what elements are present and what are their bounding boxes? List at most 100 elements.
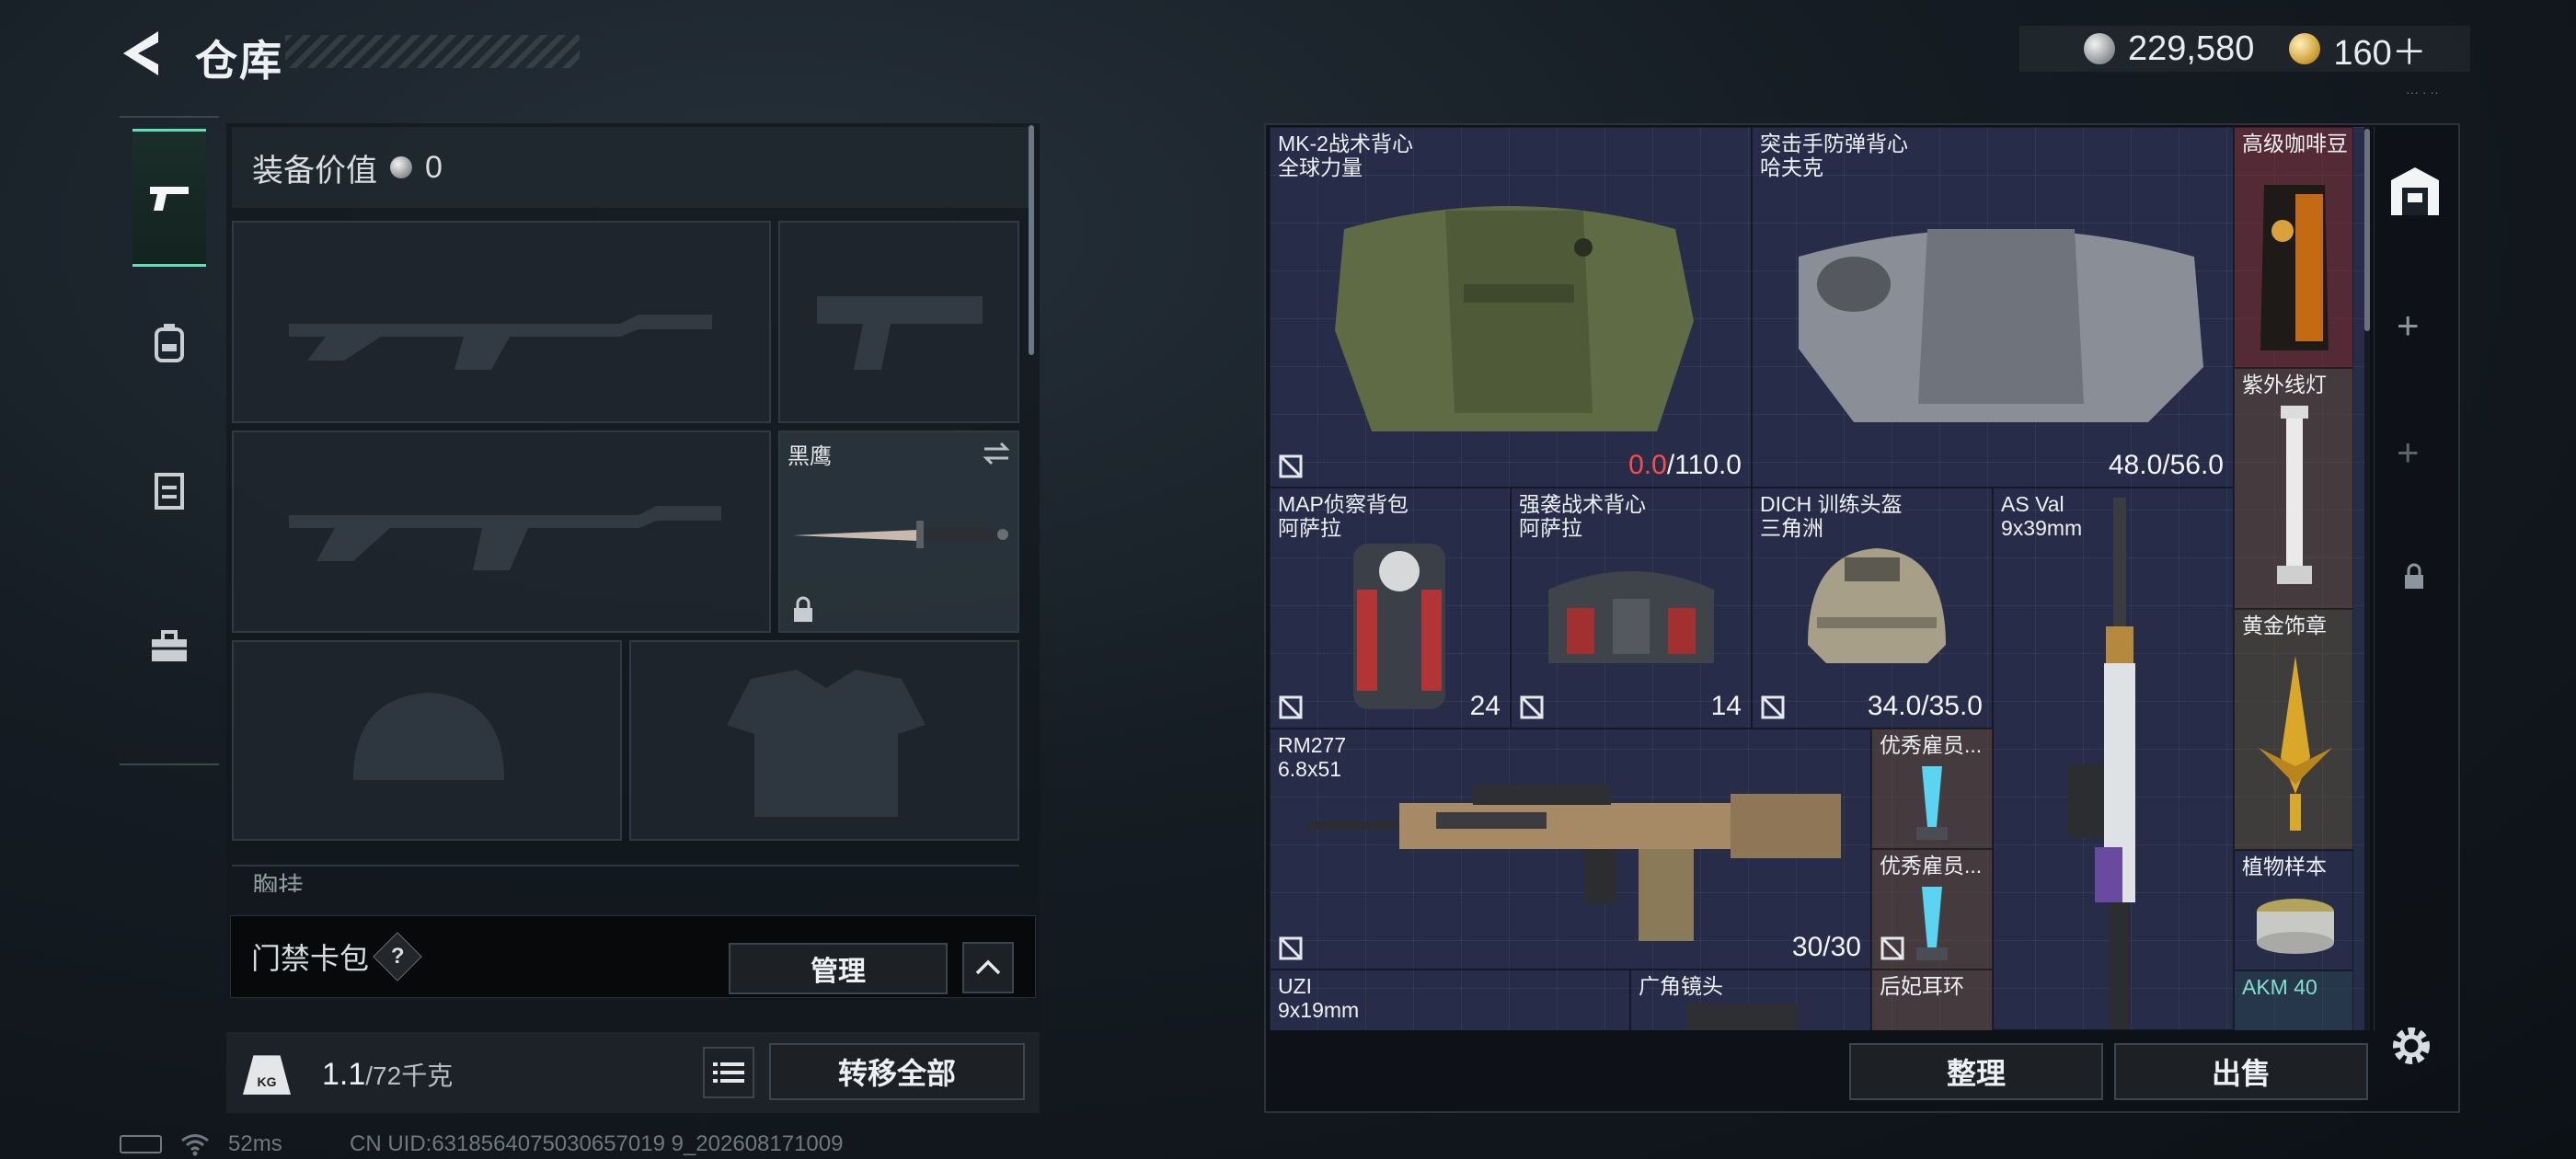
equip-value-label: 装备价值 [252, 153, 377, 189]
add-storage-icon[interactable]: + [2397, 304, 2420, 348]
item-cell[interactable]: 广角镜头 [1630, 970, 1871, 1030]
durability: 0.0/110.0 [1628, 450, 1742, 481]
item-maker: 9x19mm [1278, 998, 1360, 1022]
item-cell[interactable]: RM277 6.8x51 30/30 [1270, 729, 1871, 970]
item-cell[interactable]: 后妃耳环 [1871, 970, 1993, 1030]
item-name: 高级咖啡豆 [2242, 132, 2348, 155]
chest-rig-section: 胸挂 [232, 865, 1019, 892]
sell-button[interactable]: 出售 [2114, 1043, 2368, 1100]
gold-coin-icon [2289, 33, 2321, 64]
gold-badge-image [2259, 656, 2332, 831]
helmet-image [1808, 548, 1946, 663]
tab-weapons[interactable] [132, 129, 206, 267]
secondary-weapon-slot[interactable] [232, 430, 771, 633]
collapse-button[interactable] [962, 942, 1014, 993]
plant-sample-image [2257, 899, 2334, 954]
item-cell[interactable]: 植物样本 [2234, 850, 2353, 970]
item-cell[interactable]: UZI 9x19mm [1270, 970, 1630, 1030]
melee-slot[interactable]: 黑鹰 [778, 430, 1019, 633]
item-cell[interactable]: MAP侦察背包 阿萨拉 24 [1270, 488, 1511, 729]
carry-weight: 1.1/72千克 [322, 1056, 453, 1093]
helmet-silhouette-icon [353, 693, 504, 780]
gear-icon[interactable] [2388, 1023, 2434, 1069]
transfer-all-button[interactable]: 转移全部 [769, 1043, 1025, 1100]
item-name: AKM 40 [2242, 975, 2317, 999]
item-name: UZI [1278, 974, 1313, 998]
coffee-bag-image [2260, 185, 2329, 350]
manage-button[interactable]: 管理 [729, 943, 948, 994]
briefcase-icon [152, 630, 187, 661]
armor-slot[interactable] [629, 640, 1019, 841]
item-cell[interactable]: DICH 训练头盔 三角洲 34.0/35.0 [1752, 488, 1993, 729]
item-name: MAP侦察背包 [1278, 492, 1409, 516]
back-arrow-icon[interactable] [120, 28, 166, 79]
no-insure-icon [1279, 454, 1303, 478]
grid-scrollbar[interactable] [2364, 129, 2370, 331]
tactical-vest-image [1335, 206, 1694, 431]
item-cell[interactable]: 强袭战术背心 阿萨拉 14 [1511, 488, 1752, 729]
melee-name: 黑鹰 [788, 444, 832, 469]
item-cell[interactable]: 突击手防弹背心 哈夫克 48.0/56.0 [1752, 127, 2234, 488]
item-maker: 哈夫克 [1760, 155, 1823, 179]
no-insure-icon [1761, 695, 1785, 719]
list-view-button[interactable] [703, 1047, 754, 1098]
sort-button[interactable]: 整理 [1849, 1043, 2103, 1100]
tab-backpack[interactable] [132, 274, 206, 412]
chest-rig-image [1548, 571, 1714, 663]
backpack-icon [155, 324, 184, 362]
item-name: RM277 [1278, 733, 1347, 757]
item-cell[interactable]: AS Val 9x39mm [1993, 488, 2234, 1030]
version-marks: ··· · ·· [2406, 85, 2439, 99]
rm277-rifle-image [1307, 785, 1841, 941]
item-cell[interactable]: 优秀雇员... [1871, 849, 1993, 970]
knife-icon [793, 521, 1008, 548]
item-name: 突击手防弹背心 [1760, 132, 1908, 155]
title-decoration [285, 35, 580, 68]
help-icon[interactable]: ? [373, 932, 422, 981]
vest-icon [155, 473, 184, 510]
ping: 52ms [228, 1131, 282, 1156]
item-cell[interactable]: 优秀雇员... [1871, 729, 1993, 849]
currency-bar: 229,580 160＋ [2019, 24, 2470, 75]
tab-case[interactable] [132, 578, 206, 716]
gold-amount[interactable]: 160＋ [2333, 24, 2426, 75]
user-uid: CN UID:6318564075030657019 9_20260817100… [350, 1131, 844, 1156]
no-insure-icon [1279, 936, 1303, 960]
storage-grid: MK-2战术背心 全球力量 0.0/110.0 突击手防弹背心 哈夫克 48.0/5… [1270, 127, 2364, 1030]
rifle-silhouette-icon [289, 315, 712, 370]
pistol-silhouette-icon [817, 296, 983, 370]
warehouse-icon[interactable] [2387, 164, 2443, 219]
tab-vest[interactable] [132, 421, 206, 559]
item-cell[interactable]: MK-2战术背心 全球力量 0.0/110.0 [1270, 127, 1752, 488]
item-name: 优秀雇员... [1880, 854, 1983, 878]
loadout-scrollbar[interactable] [1029, 125, 1034, 355]
item-cell[interactable]: 高级咖啡豆 [2234, 127, 2353, 368]
add-storage-icon[interactable]: + [2397, 430, 2420, 475]
capacity: 24 [1469, 691, 1501, 721]
storage-tabs: + + [2374, 127, 2455, 1030]
durability-current: 0.0 [1628, 450, 1667, 480]
silver-coin-icon [2084, 33, 2115, 64]
backpack-image [1353, 544, 1445, 709]
status-bar: 52ms [120, 1131, 282, 1157]
category-sidebar [120, 116, 219, 765]
ammo-count: 30/30 [1791, 932, 1861, 962]
page-title: 仓库 [195, 37, 283, 85]
helmet-slot[interactable] [232, 640, 622, 841]
chest-rig-label: 胸挂 [252, 872, 305, 892]
swap-icon[interactable] [981, 442, 1012, 465]
as-val-rifle-image [2067, 498, 2135, 1029]
chevron-up-icon [975, 959, 1001, 975]
item-cell[interactable]: AKM 40 [2234, 970, 2353, 1030]
item-name: 紫外线灯 [2242, 373, 2327, 396]
no-insure-icon [1520, 695, 1544, 719]
item-cell[interactable]: 黄金饰章 [2234, 609, 2353, 850]
item-cell[interactable]: 紫外线灯 [2234, 368, 2353, 609]
pistol-slot[interactable] [778, 221, 1019, 423]
lock-icon [794, 596, 812, 622]
durability: 48.0/56.0 [2108, 450, 2224, 480]
primary-weapon-slot[interactable] [232, 221, 771, 423]
help-glyph: ? [390, 943, 405, 969]
item-name: MK-2战术背心 [1278, 132, 1413, 155]
item-name: 强袭战术背心 [1519, 492, 1646, 516]
